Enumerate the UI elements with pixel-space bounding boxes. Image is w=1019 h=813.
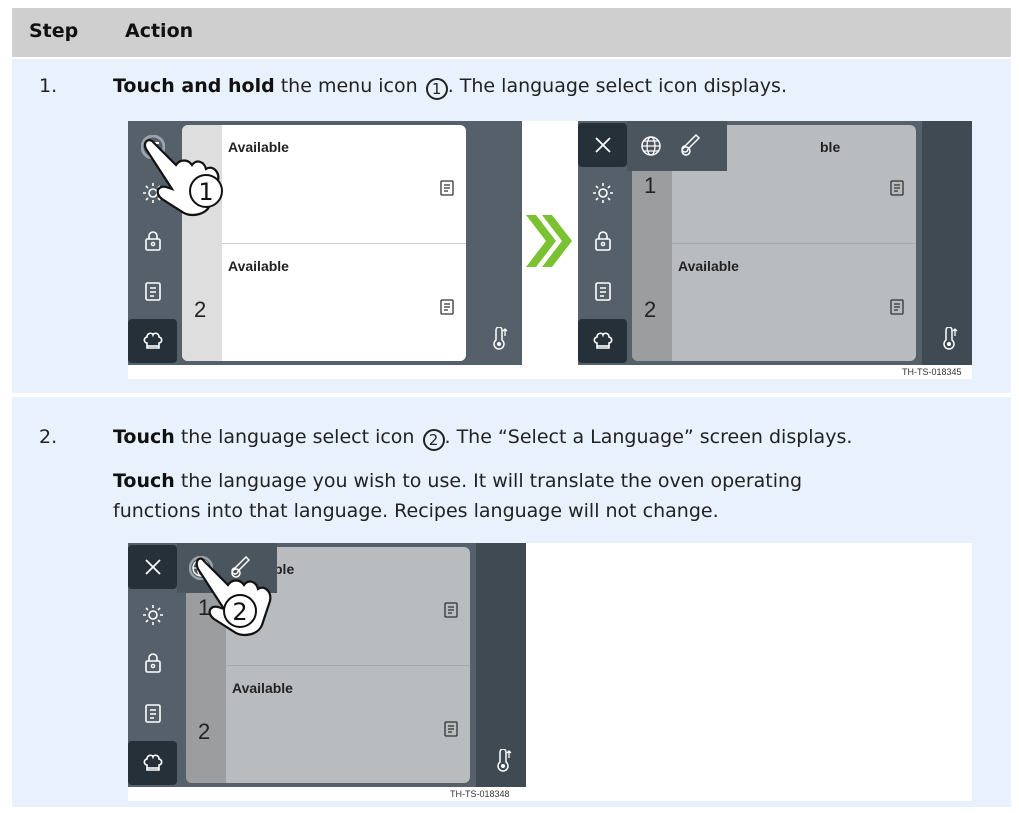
slot-number-1: 1 — [644, 173, 657, 198]
double-chevron-icon — [526, 215, 572, 267]
chef-hat-icon[interactable] — [128, 741, 177, 785]
oven-screen-after: ble 1 Available 2 — [578, 121, 972, 365]
document-icon[interactable] — [440, 180, 454, 196]
core-probe-icon[interactable] — [494, 749, 514, 773]
chef-hat-icon[interactable] — [578, 319, 627, 363]
sidebar — [578, 121, 627, 365]
step-1-text-end: . The language select icon displays. — [447, 75, 787, 97]
document-icon[interactable] — [890, 299, 904, 315]
lock-icon[interactable] — [578, 221, 627, 261]
recipe-icon[interactable] — [128, 271, 177, 311]
slot-divider — [672, 243, 916, 244]
figure-code: TH-TS-018348 — [450, 789, 510, 799]
slot-divider — [226, 665, 470, 666]
step-1-text: the menu icon — [274, 75, 424, 97]
card-2-title[interactable]: Available — [228, 258, 289, 274]
step-1-bold: Touch and hold — [113, 75, 275, 97]
step-number-2: 2. — [39, 426, 58, 448]
close-icon[interactable] — [578, 123, 627, 167]
document-icon[interactable] — [890, 180, 904, 196]
step-2-paragraph-text: the language you wish to use. It will tr… — [174, 470, 803, 492]
close-icon[interactable] — [128, 545, 177, 589]
oven-screen-language: ble 1 Available 2 2 — [128, 543, 526, 787]
table-header: Step Action — [12, 8, 1011, 57]
step-2-paragraph-line-1: Touch the language you wish to use. It w… — [113, 466, 802, 496]
thermometer-probe-icon[interactable] — [679, 134, 703, 158]
slot-number-2: 2 — [644, 297, 657, 322]
chef-hat-icon[interactable] — [128, 319, 177, 363]
sun-icon[interactable] — [128, 595, 177, 635]
step-2-text: the language select icon — [174, 426, 421, 448]
hand-pointer-icon: 2 — [195, 557, 272, 636]
callout-1: 1 — [198, 178, 213, 206]
slot-divider — [222, 243, 466, 244]
step-2-text-end: . The “Select a Language” screen display… — [444, 426, 853, 448]
document-icon[interactable] — [444, 602, 458, 618]
oven-screen-before: Available Available 2 1 — [128, 121, 522, 365]
step-2-bold: Touch — [113, 426, 175, 448]
callout-marker-1: 1 — [425, 78, 448, 100]
callout-marker-2: 2 — [422, 429, 445, 451]
sun-icon[interactable] — [578, 173, 627, 213]
step-column-header: Step — [29, 20, 79, 42]
action-column-header: Action — [125, 20, 194, 42]
core-probe-icon[interactable] — [940, 327, 960, 351]
step-2-instruction: Touch the language select icon 2. The “S… — [113, 422, 852, 452]
hand-pointer-icon: 1 — [143, 139, 223, 216]
document-icon[interactable] — [440, 299, 454, 315]
recipe-icon[interactable] — [128, 693, 177, 733]
slot-number-2: 2 — [194, 297, 207, 322]
core-probe-icon[interactable] — [490, 327, 510, 351]
step-1-instruction: Touch and hold the menu icon 1. The lang… — [113, 71, 787, 101]
step-2-paragraph-bold: Touch — [113, 470, 175, 492]
globe-icon[interactable] — [639, 134, 663, 158]
callout-2: 2 — [232, 598, 247, 626]
figure-2: ble 1 Available 2 2 TH-TS-018348 — [128, 543, 972, 801]
card-2-title[interactable]: Available — [678, 258, 739, 274]
slot-number-2: 2 — [198, 719, 211, 744]
document-icon[interactable] — [444, 721, 458, 737]
card-2-title[interactable]: Available — [232, 680, 293, 696]
recipe-icon[interactable] — [578, 271, 627, 311]
card-1-title[interactable]: Available — [228, 139, 289, 155]
step-2-paragraph-line-2: functions into that language. Recipes la… — [113, 500, 719, 522]
figure-1: Available Available 2 1 ble 1 Available … — [128, 121, 972, 379]
lock-icon[interactable] — [128, 643, 177, 683]
step-number-1: 1. — [39, 75, 58, 97]
lock-icon[interactable] — [128, 221, 177, 261]
language-popup — [627, 121, 727, 171]
card-1-title-partial: ble — [820, 139, 841, 155]
sidebar — [128, 543, 177, 787]
figure-code: TH-TS-018345 — [902, 367, 962, 377]
